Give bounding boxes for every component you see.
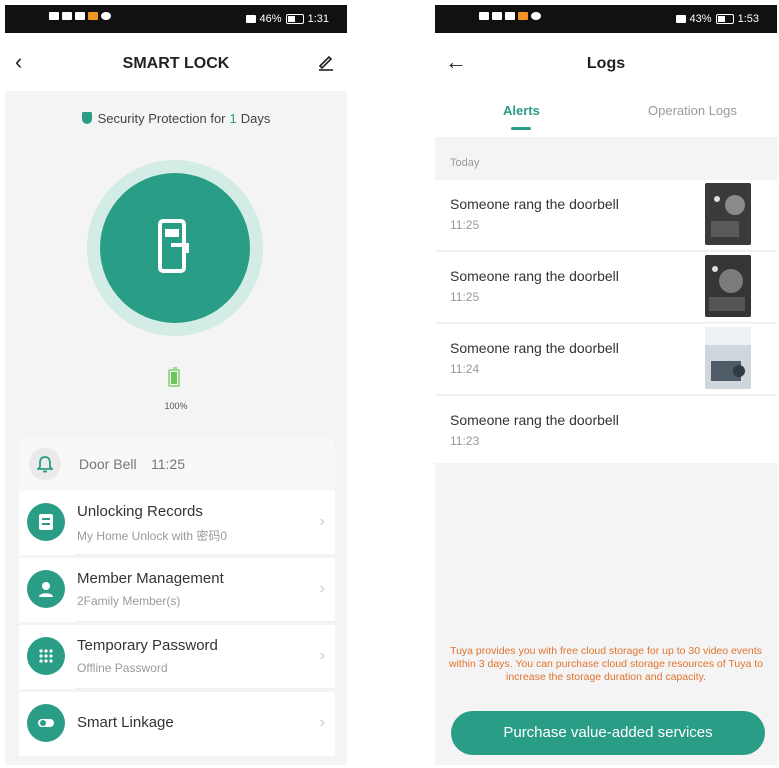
record-icon (27, 503, 65, 541)
log-text: Someone rang the doorbell (450, 340, 619, 356)
logs-screen: 43% 1:53 ← Logs Alerts Operation Logs To… (435, 5, 777, 765)
clock: 1:31 (307, 13, 329, 25)
clock: 1:53 (737, 13, 759, 25)
log-time: 11:24 (450, 362, 480, 376)
tab-operation-logs[interactable]: Operation Logs (648, 103, 737, 118)
snapshot-thumbnail[interactable] (705, 327, 751, 389)
signal-icon (62, 12, 72, 20)
battery-icon (715, 14, 734, 24)
divider (77, 688, 335, 689)
toggle-icon (27, 704, 65, 742)
menu-subtitle: My Home Unlock with 密码0 (77, 529, 228, 543)
nav-bar: ‹ SMART LOCK (5, 33, 347, 91)
security-protection: Security Protection for 1 Days (5, 111, 347, 126)
notification-icon (49, 12, 59, 20)
date-section-label: Today (450, 157, 480, 169)
log-time: 11:25 (450, 218, 480, 232)
divider (77, 554, 335, 555)
keypad-icon (27, 637, 65, 675)
doorbell-label: Door Bell (79, 456, 137, 472)
chevron-right-icon: › (319, 513, 325, 530)
menu-title: Smart Linkage (77, 714, 174, 731)
battery-icon (285, 14, 304, 24)
log-item[interactable]: Someone rang the doorbell 11:25 (435, 180, 777, 251)
divider (77, 621, 335, 622)
log-item[interactable]: Someone rang the doorbell 11:24 (435, 324, 777, 395)
chat-icon (531, 12, 541, 20)
alarm-icon (675, 15, 686, 23)
app-notification-icon (518, 12, 528, 20)
page-title: Logs (586, 55, 626, 72)
snapshot-thumbnail[interactable] (705, 183, 751, 245)
protection-days: 1 (229, 111, 237, 126)
door-lock-icon (158, 219, 189, 273)
menu-subtitle: 2Family Member(s) (77, 594, 181, 608)
doorbell-time: 11:25 (151, 456, 185, 472)
page-title: SMART LOCK (122, 55, 230, 72)
signal-icon (492, 12, 502, 20)
divider (435, 394, 777, 395)
chevron-right-icon: › (319, 580, 325, 597)
status-bar: 43% 1:53 (435, 5, 777, 33)
menu-title: Unlocking Records (77, 503, 203, 520)
lock-battery-icon (168, 367, 180, 387)
chevron-right-icon: › (319, 714, 325, 731)
cloud-storage-notice: Tuya provides you with free cloud storag… (448, 645, 764, 683)
edit-icon[interactable] (317, 53, 335, 71)
divider (435, 250, 777, 251)
battery-percent: 46% (259, 13, 282, 25)
shield-icon (81, 112, 92, 124)
battery-level-text: 100% (164, 401, 188, 411)
menu-title: Member Management (77, 570, 224, 587)
tab-bar: Alerts Operation Logs (435, 91, 777, 137)
tab-alerts[interactable]: Alerts (503, 103, 540, 118)
wifi-icon (505, 12, 515, 20)
nav-bar: ← Logs (435, 33, 777, 91)
divider (435, 322, 777, 323)
log-item[interactable]: Someone rang the doorbell 11:23 (435, 396, 777, 463)
bell-icon (29, 448, 61, 480)
log-text: Someone rang the doorbell (450, 196, 619, 212)
log-text: Someone rang the doorbell (450, 412, 619, 428)
alarm-icon (245, 15, 256, 23)
smart-lock-screen: 46% 1:31 ‹ SMART LOCK Security Protectio… (5, 5, 347, 765)
snapshot-thumbnail[interactable] (705, 255, 751, 317)
log-time: 11:23 (450, 434, 480, 448)
battery-percent: 43% (689, 13, 712, 25)
doorbell-row[interactable]: Door Bell 11:25 (19, 437, 335, 491)
menu-subtitle: Offline Password (77, 661, 168, 675)
chevron-right-icon: › (319, 647, 325, 664)
log-item[interactable]: Someone rang the doorbell 11:25 (435, 252, 777, 323)
status-bar: 46% 1:31 (5, 5, 347, 33)
notification-icon (479, 12, 489, 20)
menu-member-management[interactable]: Member Management 2Family Member(s) › (19, 558, 335, 622)
wifi-icon (75, 12, 85, 20)
app-notification-icon (88, 12, 98, 20)
person-icon (27, 570, 65, 608)
unlock-button[interactable] (100, 173, 250, 323)
menu-temporary-password[interactable]: Temporary Password Offline Password › (19, 625, 335, 689)
log-text: Someone rang the doorbell (450, 268, 619, 284)
log-time: 11:25 (450, 290, 480, 304)
menu-smart-linkage[interactable]: Smart Linkage › (19, 692, 335, 756)
menu-unlocking-records[interactable]: Unlocking Records My Home Unlock with 密码… (19, 491, 335, 555)
purchase-services-button[interactable]: Purchase value-added services (451, 711, 765, 755)
chat-icon (101, 12, 111, 20)
active-tab-indicator (511, 127, 531, 130)
menu-title: Temporary Password (77, 637, 218, 654)
